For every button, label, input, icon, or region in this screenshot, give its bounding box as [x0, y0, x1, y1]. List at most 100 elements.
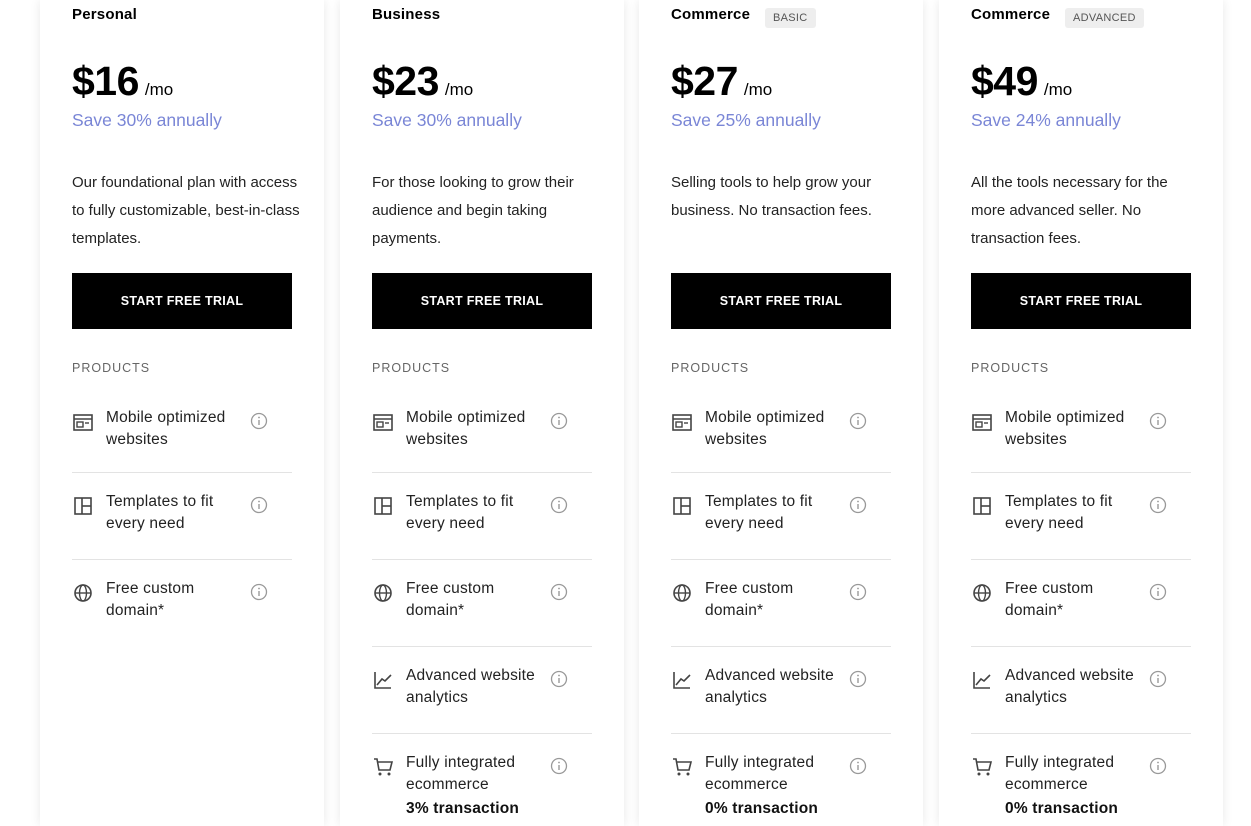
plan-price: $49 — [971, 58, 1038, 104]
feature-analytics: Advanced website analytics — [671, 646, 891, 733]
annual-savings: Save 30% annually — [372, 110, 522, 130]
info-icon[interactable] — [849, 670, 867, 688]
transaction-fee: 3% transaction — [406, 800, 520, 817]
info-icon[interactable] — [550, 412, 568, 430]
products-heading: PRODUCTS — [671, 361, 750, 375]
products-heading: PRODUCTS — [971, 361, 1050, 375]
info-icon[interactable] — [550, 583, 568, 601]
price-period: /mo — [144, 80, 174, 99]
plan-description: All the tools necessary for the more adv… — [971, 174, 1168, 247]
feature-label: Templates to fit every need — [106, 493, 214, 532]
feature-label: Advanced website analytics — [705, 667, 835, 706]
info-icon[interactable] — [849, 757, 867, 775]
plan-name: Personal — [72, 6, 137, 23]
info-icon[interactable] — [550, 670, 568, 688]
templates-icon — [673, 497, 691, 515]
price-row: $49 /mo — [971, 58, 1072, 105]
plan-card-business: Business $23 /mo Save 30% annually For t… — [340, 0, 624, 826]
feature-label-text: Fully integrated ecommerce — [1005, 754, 1115, 793]
plan-price: $27 — [671, 58, 738, 104]
website-layout-icon — [972, 414, 992, 431]
globe-icon — [374, 584, 392, 602]
plan-price: $23 — [372, 58, 439, 104]
feature-label: Free custom domain* — [106, 580, 195, 619]
website-layout-icon — [373, 414, 393, 431]
analytics-chart-icon — [374, 672, 392, 689]
info-icon[interactable] — [1149, 496, 1167, 514]
start-free-trial-button[interactable]: START FREE TRIAL — [671, 273, 891, 329]
info-icon[interactable] — [250, 412, 268, 430]
feature-label: Mobile optimized websites — [106, 409, 226, 448]
feature-domain: Free custom domain* — [971, 559, 1191, 646]
feature-label: Free custom domain* — [406, 580, 495, 619]
feature-templates: Templates to fit every need — [671, 472, 891, 559]
shopping-cart-icon — [673, 758, 693, 776]
price-row: $23 /mo — [372, 58, 473, 105]
globe-icon — [74, 584, 92, 602]
feature-domain: Free custom domain* — [72, 559, 292, 646]
products-heading: PRODUCTS — [372, 361, 451, 375]
feature-label: Templates to fit every need — [1005, 493, 1113, 532]
feature-domain: Free custom domain* — [671, 559, 891, 646]
start-free-trial-button[interactable]: START FREE TRIAL — [971, 273, 1191, 329]
plan-card-commerce-advanced: Commerce ADVANCED $49 /mo Save 24% annua… — [939, 0, 1223, 826]
transaction-fee: 0% transaction — [1005, 800, 1119, 817]
plan-badge: BASIC — [765, 8, 816, 28]
price-period: /mo — [444, 80, 474, 99]
feature-templates: Templates to fit every need — [372, 472, 592, 559]
info-icon[interactable] — [250, 496, 268, 514]
info-icon[interactable] — [849, 412, 867, 430]
feature-templates: Templates to fit every need — [72, 472, 292, 559]
feature-ecommerce: Fully integrated ecommerce 3% transactio… — [372, 733, 592, 820]
analytics-chart-icon — [673, 672, 691, 689]
price-period: /mo — [1043, 80, 1073, 99]
start-free-trial-button[interactable]: START FREE TRIAL — [372, 273, 592, 329]
plan-name: Commerce — [971, 6, 1051, 23]
feature-label: Templates to fit every need — [705, 493, 813, 532]
analytics-chart-icon — [973, 672, 991, 689]
plan-description: Our foundational plan with access to ful… — [72, 174, 300, 247]
plan-description: Selling tools to help grow your business… — [671, 174, 872, 219]
globe-icon — [673, 584, 691, 602]
feature-label: Fully integrated ecommerce 3% transactio… — [406, 752, 546, 820]
info-icon[interactable] — [550, 496, 568, 514]
templates-icon — [74, 497, 92, 515]
plan-badge: ADVANCED — [1065, 8, 1144, 28]
feature-label-text: Fully integrated ecommerce — [705, 754, 815, 793]
shopping-cart-icon — [374, 758, 394, 776]
info-icon[interactable] — [1149, 757, 1167, 775]
start-free-trial-button[interactable]: START FREE TRIAL — [72, 273, 292, 329]
price-row: $27 /mo — [671, 58, 772, 105]
feature-label: Mobile optimized websites — [705, 409, 825, 448]
feature-label: Mobile optimized websites — [406, 409, 526, 448]
info-icon[interactable] — [550, 757, 568, 775]
plan-card-commerce-basic: Commerce BASIC $27 /mo Save 25% annually… — [639, 0, 923, 826]
info-icon[interactable] — [849, 496, 867, 514]
price-row: $16 /mo — [72, 58, 173, 105]
info-icon[interactable] — [1149, 412, 1167, 430]
feature-label: Advanced website analytics — [406, 667, 536, 706]
info-icon[interactable] — [1149, 670, 1167, 688]
annual-savings: Save 24% annually — [971, 110, 1121, 130]
feature-label: Mobile optimized websites — [1005, 409, 1125, 448]
feature-label: Templates to fit every need — [406, 493, 514, 532]
website-layout-icon — [73, 414, 93, 431]
feature-label: Free custom domain* — [1005, 580, 1094, 619]
price-period: /mo — [743, 80, 773, 99]
feature-analytics: Advanced website analytics — [372, 646, 592, 733]
info-icon[interactable] — [250, 583, 268, 601]
feature-label: Free custom domain* — [705, 580, 794, 619]
info-icon[interactable] — [1149, 583, 1167, 601]
feature-domain: Free custom domain* — [372, 559, 592, 646]
plan-card-personal: Personal $16 /mo Save 30% annually Our f… — [40, 0, 324, 826]
feature-analytics: Advanced website analytics — [971, 646, 1191, 733]
feature-label: Fully integrated ecommerce 0% transactio… — [705, 752, 845, 820]
feature-templates: Templates to fit every need — [971, 472, 1191, 559]
transaction-fee: 0% transaction — [705, 800, 819, 817]
plan-price: $16 — [72, 58, 139, 104]
info-icon[interactable] — [849, 583, 867, 601]
plan-name: Business — [372, 6, 441, 23]
globe-icon — [973, 584, 991, 602]
feature-label: Fully integrated ecommerce 0% transactio… — [1005, 752, 1145, 820]
products-heading: PRODUCTS — [72, 361, 151, 375]
